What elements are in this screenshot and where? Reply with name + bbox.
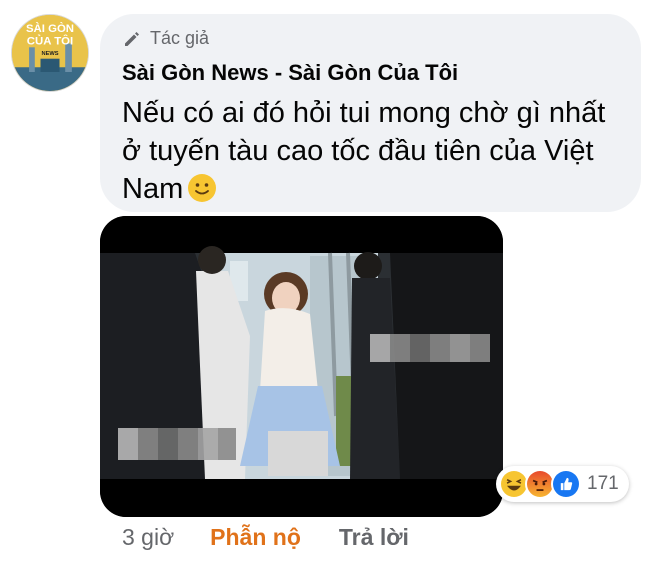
page-avatar[interactable]: SÀI GÒN CỦA TÔI NEWS (11, 14, 89, 92)
slightly-smiling-face-icon (188, 174, 217, 202)
saigon-news-logo-icon: SÀI GÒN CỦA TÔI NEWS (12, 15, 88, 91)
angry-reaction-button[interactable]: Phẫn nộ (210, 524, 301, 551)
author-badge: Tác giả (122, 28, 209, 49)
comment-actions: 3 giờ Phẫn nộ Trả lời (122, 524, 409, 551)
pencil-icon (125, 31, 139, 46)
train-photo-icon (100, 216, 503, 517)
comment-timestamp[interactable]: 3 giờ (122, 524, 174, 551)
reply-button[interactable]: Trả lời (339, 524, 409, 551)
svg-text:CỦA TÔI: CỦA TÔI (27, 34, 73, 47)
reaction-count: 171 (587, 473, 619, 494)
reaction-summary[interactable]: 171 (496, 466, 629, 502)
like-icon (551, 469, 581, 499)
attached-photo[interactable] (100, 216, 503, 517)
svg-text:SÀI GÒN: SÀI GÒN (26, 22, 74, 35)
comment-bubble: Tác giả Sài Gòn News - Sài Gòn Của Tôi N… (100, 14, 641, 212)
author-badge-label: Tác giả (150, 28, 210, 48)
comment-text: Nếu có ai đó hỏi tui mong chờ gì nhất ở … (122, 94, 627, 208)
author-name[interactable]: Sài Gòn News - Sài Gòn Của Tôi (122, 60, 458, 86)
svg-text:NEWS: NEWS (41, 51, 58, 57)
